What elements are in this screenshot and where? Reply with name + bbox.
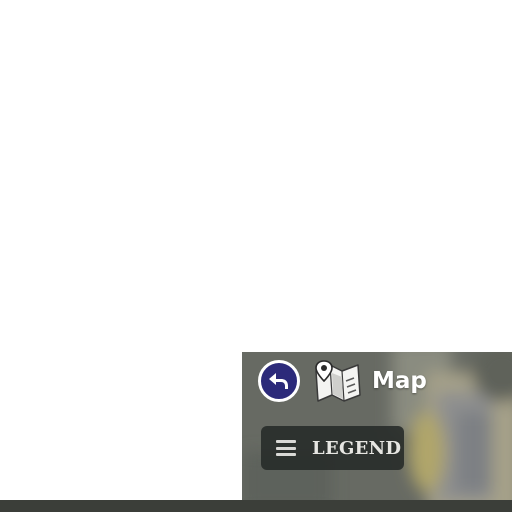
back-arrow-icon [269,373,288,389]
legend-button[interactable]: LEGEND [261,426,404,470]
bottom-toolbar-strip [0,500,512,512]
map-header: Map [242,352,512,410]
legend-label: LEGEND [312,437,402,459]
screen: Map LEGEND [0,0,512,512]
page-title: Map [372,368,427,394]
back-button[interactable] [258,360,300,402]
map-panel[interactable]: Map LEGEND [242,352,512,512]
hamburger-menu-icon [276,440,296,456]
folded-map-icon [315,360,361,402]
